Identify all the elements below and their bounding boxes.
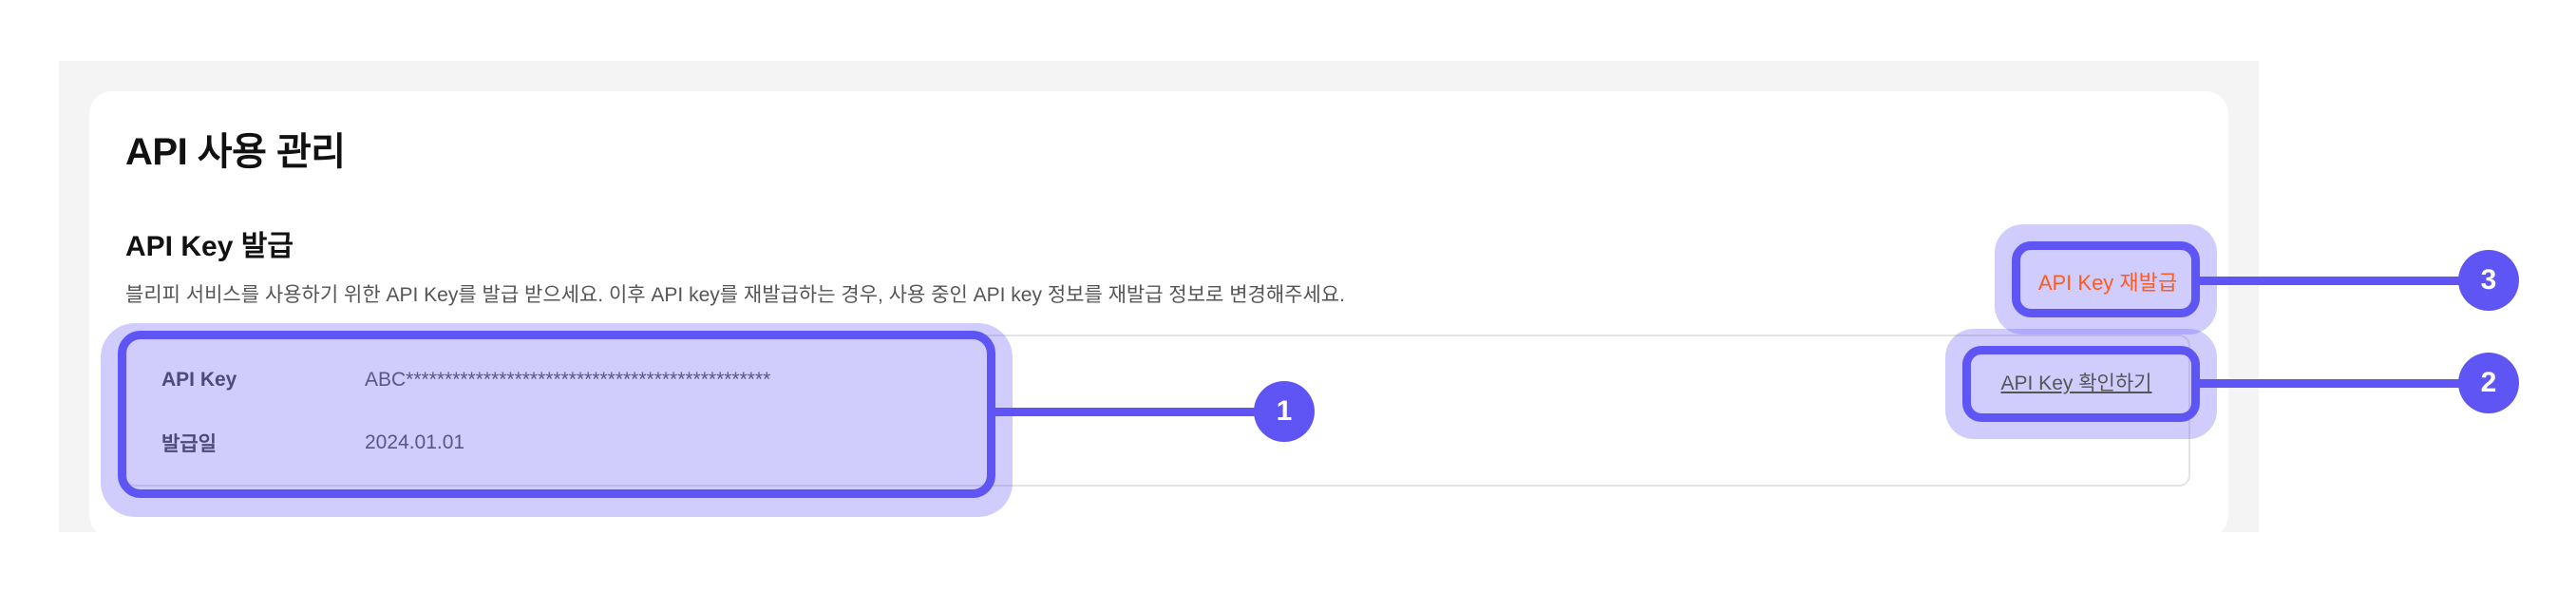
page-title: API 사용 관리 (125, 131, 346, 173)
section-description: 블리피 서비스를 사용하기 위한 API Key를 발급 받으세요. 이후 AP… (125, 284, 1345, 306)
callout-1-line (992, 408, 1267, 416)
callout-3-line (2196, 277, 2472, 285)
callout-3-badge: 3 (2458, 250, 2519, 311)
callout-1-badge: 1 (1254, 381, 1315, 442)
section-title: API Key 발급 (125, 231, 294, 262)
callout-3-box (2012, 241, 2200, 317)
callout-1-box (118, 331, 995, 498)
callout-2-line (2196, 379, 2472, 388)
callout-2-badge: 2 (2458, 353, 2519, 413)
callout-2-box (1962, 346, 2200, 422)
